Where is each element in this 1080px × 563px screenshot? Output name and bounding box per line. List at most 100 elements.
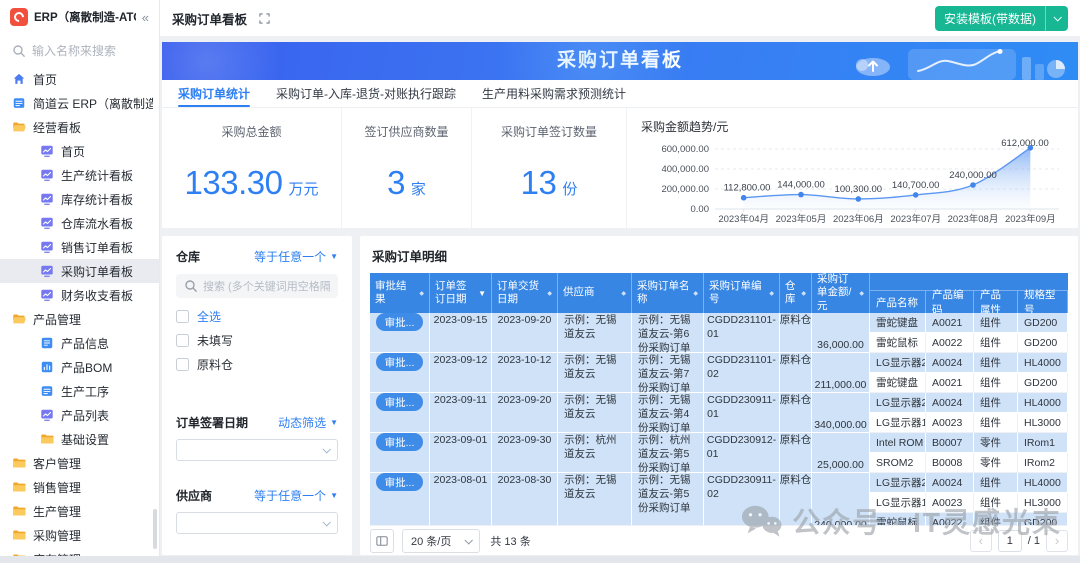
checkbox[interactable]: [176, 358, 189, 371]
product-row: LG显示器1A0023组件HL3000: [870, 413, 1068, 433]
column-header[interactable]: 订单签订日期▼: [430, 273, 492, 313]
sidebar-item[interactable]: 客户管理: [0, 451, 159, 475]
column-header[interactable]: 采购订单名称◆: [632, 273, 704, 313]
sidebar-item[interactable]: 销售管理: [0, 475, 159, 499]
amount-cell: 240,000.00: [812, 473, 870, 525]
table-row[interactable]: 审批...2023-09-012023-09-30示例：杭州道友云示例：杭州道友…: [370, 433, 1068, 473]
sidebar-item[interactable]: 采购订单看板: [0, 259, 159, 283]
approve-button[interactable]: 审批...: [376, 313, 424, 331]
tab-item[interactable]: 采购订单-入库-退货-对账执行跟踪: [276, 80, 456, 107]
order-cell: 原料仓: [780, 473, 812, 525]
product-column-header[interactable]: 产品名称: [870, 291, 926, 313]
chevron-down-icon: [465, 536, 473, 544]
sidebar-item[interactable]: 生产工序: [0, 379, 159, 403]
warehouse-option[interactable]: 原料仓: [176, 352, 338, 376]
product-row: 雷蛇键盘A0021组件GD200: [870, 373, 1068, 393]
supplier-select[interactable]: [176, 512, 338, 534]
sidebar-item[interactable]: 基础设置: [0, 427, 159, 451]
product-subtable: 雷蛇键盘A0021组件GD200雷蛇鼠标A0022组件GD200: [870, 313, 1068, 353]
sidebar-item[interactable]: 首页: [0, 139, 159, 163]
column-header[interactable]: 仓库◆: [780, 273, 812, 313]
approve-button[interactable]: 审批...: [376, 393, 424, 411]
product-cell: A0023: [926, 493, 974, 513]
sidebar-item[interactable]: 产品列表: [0, 403, 159, 427]
banner-title: 采购订单看板: [162, 42, 1078, 80]
sidebar-search-input[interactable]: 输入名称来搜索: [0, 34, 159, 65]
chevron-down-icon[interactable]: [1045, 6, 1068, 31]
column-header[interactable]: 审批结果◆: [370, 273, 430, 313]
checkbox[interactable]: [176, 310, 189, 323]
collapse-sidebar-icon[interactable]: «: [142, 10, 149, 25]
stats-row: 采购总金额133.30万元签订供应商数量3家采购订单签订数量13份 采购金额趋势…: [162, 108, 1078, 228]
filter-supplier-operator[interactable]: 等于任意一个▼: [254, 487, 338, 504]
sidebar-search-placeholder: 输入名称来搜索: [32, 42, 116, 59]
current-page-input[interactable]: 1: [998, 530, 1022, 552]
sort-icon[interactable]: ◆: [419, 290, 424, 297]
table-row[interactable]: 审批...2023-09-122023-10-12示例：无锡道友云示例：无锡道友…: [370, 353, 1068, 393]
sidebar-item[interactable]: 简道云 ERP（离散制造-ATO）「...: [0, 91, 159, 115]
product-column-header[interactable]: 规格型号: [1018, 291, 1068, 313]
sort-icon[interactable]: ◆: [859, 290, 864, 297]
caret-down-icon: ▼: [330, 418, 338, 427]
column-header[interactable]: 采购订单金额/元◆: [812, 273, 870, 313]
sidebar-item[interactable]: 产品信息: [0, 331, 159, 355]
table-row[interactable]: 审批...2023-08-012023-08-30示例：无锡道友云示例：无锡道友…: [370, 473, 1068, 525]
sidebar-item[interactable]: 采购管理: [0, 523, 159, 547]
install-template-button[interactable]: 安装模板(带数据): [935, 6, 1068, 31]
sort-icon[interactable]: ◆: [769, 290, 774, 297]
dashboard-icon: [40, 168, 54, 182]
lower-panels: 仓库 等于任意一个▼ 搜索 (多个关键词用空格隔开) 全选未填写原料仓 订单签署…: [162, 236, 1078, 555]
column-header[interactable]: 采购订单编号◆: [704, 273, 780, 313]
amount-cell: 25,000.00: [812, 433, 870, 473]
sidebar-item[interactable]: 销售订单看板: [0, 235, 159, 259]
column-header[interactable]: 供应商◆: [558, 273, 632, 313]
product-column-header[interactable]: 产品编码: [926, 291, 974, 313]
filter-sign-date-operator[interactable]: 动态筛选▼: [278, 414, 338, 431]
sidebar-nav: 首页简道云 ERP（离散制造-ATO）「...经营看板首页生产统计看板库存统计看…: [0, 65, 159, 563]
approve-button[interactable]: 审批...: [376, 473, 424, 491]
sidebar-item[interactable]: 产品管理: [0, 307, 159, 331]
sign-date-select[interactable]: [176, 439, 338, 461]
table-layout-icon[interactable]: [370, 529, 394, 553]
order-cell: 2023-09-20: [492, 393, 558, 433]
warehouse-search-input[interactable]: 搜索 (多个关键词用空格隔开): [176, 274, 338, 298]
warehouse-option[interactable]: 全选: [176, 304, 338, 328]
sidebar-item[interactable]: 财务收支看板: [0, 283, 159, 307]
checkbox[interactable]: [176, 334, 189, 347]
prev-page-button[interactable]: ‹: [970, 530, 992, 552]
approve-button[interactable]: 审批...: [376, 433, 424, 451]
sort-icon[interactable]: ◆: [693, 290, 698, 297]
sidebar-item[interactable]: 经营看板: [0, 115, 159, 139]
sidebar-item-label: 产品信息: [61, 335, 109, 352]
fullscreen-icon[interactable]: [259, 13, 270, 24]
approve-button[interactable]: 审批...: [376, 353, 424, 371]
table-header: 审批结果◆订单签订日期▼订单交货日期◆供应商◆采购订单名称◆采购订单编号◆仓库◆…: [370, 273, 1068, 313]
sort-icon[interactable]: ◆: [621, 290, 626, 297]
product-cell: B0007: [926, 433, 974, 453]
sidebar-item[interactable]: 库存统计看板: [0, 187, 159, 211]
page-title: 采购订单看板: [172, 9, 247, 28]
sidebar-scrollbar[interactable]: [153, 509, 157, 549]
sidebar-item[interactable]: 仓库流水看板: [0, 211, 159, 235]
product-column-header[interactable]: 产品属性: [974, 291, 1018, 313]
sidebar-item[interactable]: 产品BOM: [0, 355, 159, 379]
sort-icon[interactable]: ▼: [478, 289, 486, 298]
column-header[interactable]: 订单交货日期◆: [492, 273, 558, 313]
sidebar-item[interactable]: 首页: [0, 67, 159, 91]
svg-text:140,700.00: 140,700.00: [892, 180, 940, 191]
next-page-button[interactable]: ›: [1046, 530, 1068, 552]
table-row[interactable]: 审批...2023-09-152023-09-20示例：无锡道友云示例：无锡道友…: [370, 313, 1068, 353]
product-cell: LG显示器2: [870, 353, 926, 373]
sidebar-item[interactable]: 生产统计看板: [0, 163, 159, 187]
page-size-select[interactable]: 20 条/页: [402, 529, 480, 553]
sort-icon[interactable]: ◆: [801, 290, 806, 297]
tab-item[interactable]: 生产用料采购需求预测统计: [482, 80, 626, 107]
filter-warehouse-operator[interactable]: 等于任意一个▼: [254, 248, 338, 265]
tab-active[interactable]: 采购订单统计: [178, 80, 250, 107]
product-cell: A0022: [926, 513, 974, 525]
sort-icon[interactable]: ◆: [547, 290, 552, 297]
warehouse-option[interactable]: 未填写: [176, 328, 338, 352]
table-row[interactable]: 审批...2023-09-112023-09-20示例：无锡道友云示例：无锡道友…: [370, 393, 1068, 433]
sidebar-item-label: 简道云 ERP（离散制造-ATO）「...: [33, 95, 153, 112]
sidebar-item[interactable]: 生产管理: [0, 499, 159, 523]
